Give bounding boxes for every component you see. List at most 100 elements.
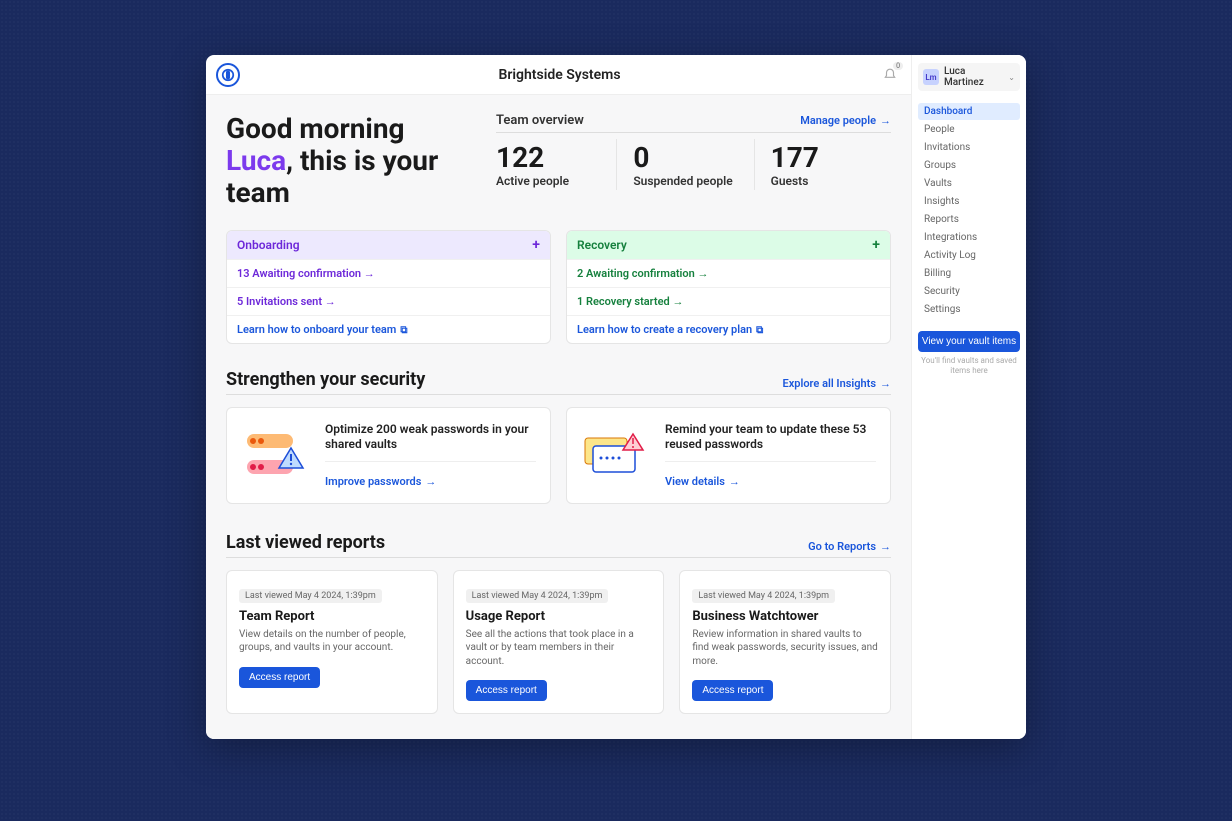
nav-item-security[interactable]: Security [918,283,1020,300]
report-card-team: Last viewed May 4 2024, 1:39pm Team Repo… [226,570,438,715]
link-label: Explore all Insights [783,377,876,390]
notifications-button[interactable]: 0 [879,64,901,86]
stat-suspended-people: 0 Suspended people [616,139,753,190]
security-card-reused-passwords: Remind your team to update these 53 reus… [566,407,891,504]
row-label: Learn how to create a recovery plan [577,323,752,336]
improve-passwords-link[interactable]: Improve passwords → [325,475,436,488]
arrow-right-icon: → [672,295,683,308]
team-overview: Team overview Manage people → 122 Active … [496,113,891,210]
arrow-right-icon: → [425,475,436,488]
chevron-down-icon: ⌄ [1008,73,1015,82]
overview-header: Team overview Manage people → [496,113,891,133]
stat-value: 0 [633,141,743,174]
security-card-heading: Optimize 200 weak passwords in your shar… [325,422,536,462]
manage-people-label: Manage people [800,114,876,127]
external-link-icon: ⧉ [400,325,407,336]
greeting-user-name: Luca [226,144,286,177]
org-name: Brightside Systems [240,67,879,83]
link-label: Improve passwords [325,475,421,488]
view-vault-items-button[interactable]: View your vault items [918,331,1020,352]
nav-item-settings[interactable]: Settings [918,301,1020,318]
main-column: Brightside Systems 0 Good morning Luca, … [206,55,911,739]
stat-value: 177 [771,141,881,174]
row-label: Learn how to onboard your team [237,323,396,336]
nav-item-invitations[interactable]: Invitations [918,139,1020,156]
security-section-header: Strengthen your security Explore all Ins… [226,369,891,395]
row-label: 5 Invitations sent [237,295,322,308]
report-title: Team Report [239,609,425,624]
report-desc: Review information in shared vaults to f… [692,628,878,669]
plus-icon[interactable]: + [532,237,540,253]
stats-row: 122 Active people 0 Suspended people 177… [496,139,891,190]
onboarding-learn-link[interactable]: Learn how to onboard your team ⧉ [227,315,550,343]
access-report-button[interactable]: Access report [692,680,773,701]
app-logo-icon[interactable] [216,63,240,87]
report-card-watchtower: Last viewed May 4 2024, 1:39pm Business … [679,570,891,715]
report-card-usage: Last viewed May 4 2024, 1:39pm Usage Rep… [453,570,665,715]
report-desc: View details on the number of people, gr… [239,628,425,655]
recovery-learn-link[interactable]: Learn how to create a recovery plan ⧉ [567,315,890,343]
arrow-right-icon: → [364,267,375,280]
onboarding-row-invitations[interactable]: 5 Invitations sent → [227,287,550,315]
security-card-content: Optimize 200 weak passwords in your shar… [325,422,536,489]
security-cards-row: Optimize 200 weak passwords in your shar… [226,407,891,504]
security-card-content: Remind your team to update these 53 reus… [665,422,876,489]
greeting-heading: Good morning Luca, this is your team [226,113,466,210]
arrow-right-icon: → [880,540,891,553]
user-menu-button[interactable]: Lm Luca Martinez ⌄ [918,63,1020,91]
nav-item-reports[interactable]: Reports [918,211,1020,228]
stat-label: Guests [771,174,881,188]
access-report-button[interactable]: Access report [466,680,547,701]
nav-item-activity-log[interactable]: Activity Log [918,247,1020,264]
overview-title: Team overview [496,113,584,128]
avatar: Lm [923,69,939,85]
explore-insights-link[interactable]: Explore all Insights → [783,377,891,390]
recovery-row-awaiting[interactable]: 2 Awaiting confirmation → [567,259,890,287]
nav-item-groups[interactable]: Groups [918,157,1020,174]
stat-guests: 177 Guests [754,139,891,190]
plus-icon[interactable]: + [872,237,880,253]
arrow-right-icon: → [880,377,891,390]
weak-passwords-illustration-icon [241,428,311,482]
arrow-right-icon: → [880,114,891,127]
topbar: Brightside Systems 0 [206,55,911,95]
nav-item-billing[interactable]: Billing [918,265,1020,282]
reports-row: Last viewed May 4 2024, 1:39pm Team Repo… [226,570,891,715]
reused-passwords-illustration-icon [581,428,651,482]
report-title: Usage Report [466,609,652,624]
nav-item-dashboard[interactable]: Dashboard [918,103,1020,120]
user-name: Luca Martinez [944,66,1003,88]
reports-section-header: Last viewed reports Go to Reports → [226,532,891,558]
security-title: Strengthen your security [226,369,425,390]
arrow-right-icon: → [325,295,336,308]
onboarding-title: Onboarding [237,238,300,252]
report-title: Business Watchtower [692,609,878,624]
stat-value: 122 [496,141,606,174]
row-label: 2 Awaiting confirmation [577,267,695,280]
nav-item-insights[interactable]: Insights [918,193,1020,210]
go-to-reports-link[interactable]: Go to Reports → [808,540,891,553]
manage-people-link[interactable]: Manage people → [800,114,891,127]
arrow-right-icon: → [698,267,709,280]
status-cards-row: Onboarding + 13 Awaiting confirmation → … [226,230,891,344]
view-details-link[interactable]: View details → [665,475,740,488]
security-card-weak-passwords: Optimize 200 weak passwords in your shar… [226,407,551,504]
vault-hint-text: You'll find vaults and saved items here [918,356,1020,375]
page-body: Good morning Luca, this is your team Tea… [206,95,911,739]
access-report-button[interactable]: Access report [239,667,320,688]
arrow-right-icon: → [729,475,740,488]
greeting-line1: Good morning [226,112,405,145]
nav-item-integrations[interactable]: Integrations [918,229,1020,246]
security-card-heading: Remind your team to update these 53 reus… [665,422,876,462]
nav-item-people[interactable]: People [918,121,1020,138]
greeting: Good morning Luca, this is your team [226,113,466,210]
external-link-icon: ⧉ [756,325,763,336]
hero-section: Good morning Luca, this is your team Tea… [226,113,891,210]
recovery-row-started[interactable]: 1 Recovery started → [567,287,890,315]
app-window: Brightside Systems 0 Good morning Luca, … [206,55,1026,739]
stat-label: Active people [496,174,606,188]
nav-item-vaults[interactable]: Vaults [918,175,1020,192]
row-label: 13 Awaiting confirmation [237,267,361,280]
last-viewed-pill: Last viewed May 4 2024, 1:39pm [239,589,382,603]
onboarding-row-awaiting[interactable]: 13 Awaiting confirmation → [227,259,550,287]
